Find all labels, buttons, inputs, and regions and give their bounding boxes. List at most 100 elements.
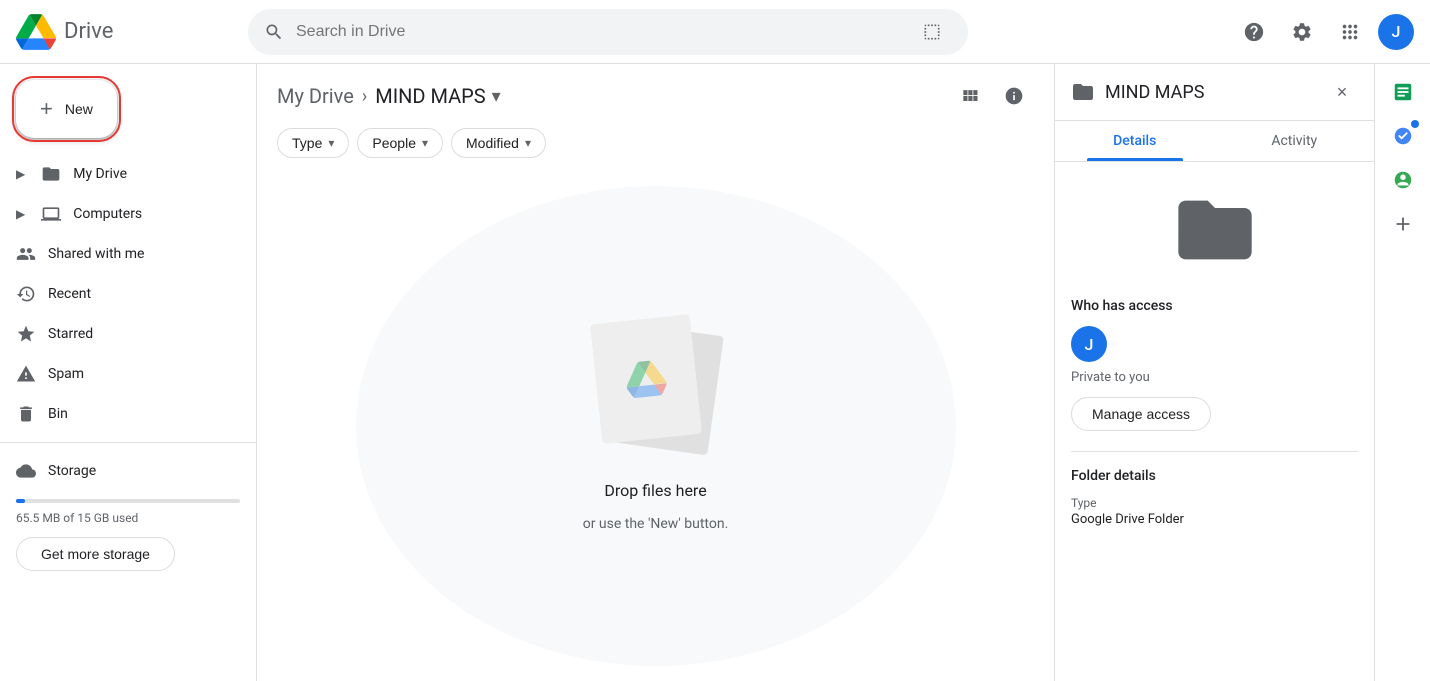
- filter-type-label: Type: [292, 135, 322, 151]
- plus-icon: +: [40, 96, 53, 122]
- sidebar-item-shared-with-me[interactable]: Shared with me: [0, 234, 240, 274]
- folder-details-section: Folder details Type Google Drive Folder: [1071, 468, 1358, 527]
- panel-body: Who has access J Private to you Manage a…: [1055, 162, 1374, 681]
- drop-subtitle: or use the 'New' button.: [583, 516, 729, 532]
- settings-button[interactable]: [1282, 12, 1322, 52]
- get-storage-button[interactable]: Get more storage: [16, 537, 175, 571]
- search-icon: [264, 22, 284, 42]
- drop-illustration: [586, 319, 726, 449]
- filter-type-button[interactable]: Type ▾: [277, 128, 349, 158]
- sidebar-item-spam-label: Spam: [48, 366, 84, 382]
- expand-arrow-icon: ▶: [16, 167, 25, 181]
- right-panel-header: MIND MAPS ×: [1055, 64, 1374, 121]
- topbar: Drive J: [0, 0, 1430, 64]
- info-button[interactable]: [994, 76, 1034, 116]
- filter-people-label: People: [372, 135, 416, 151]
- close-icon: ×: [1337, 82, 1348, 103]
- filter-chips: Type ▾ People ▾ Modified ▾: [277, 128, 546, 158]
- sidebar-item-recent-label: Recent: [48, 286, 91, 302]
- view-toggle-button[interactable]: [950, 76, 990, 116]
- add-panel-button[interactable]: [1383, 204, 1423, 244]
- filter-people-arrow-icon: ▾: [422, 136, 428, 150]
- sidebar-item-bin-label: Bin: [48, 406, 68, 422]
- drive-watermark-icon: [624, 359, 668, 399]
- trash-icon: [16, 404, 36, 424]
- tasks-icon-button[interactable]: [1383, 116, 1423, 156]
- sidebar-item-storage[interactable]: Storage: [0, 451, 240, 491]
- filter-modified-label: Modified: [466, 135, 519, 151]
- drive-logo-icon: [16, 12, 56, 52]
- sidebar-item-starred[interactable]: Starred: [0, 314, 240, 354]
- new-button-label: New: [65, 101, 93, 117]
- private-label: Private to you: [1071, 370, 1358, 385]
- sidebar-item-my-drive-label: My Drive: [73, 166, 127, 182]
- folder-large-icon: [1160, 186, 1270, 274]
- computer-icon: [41, 204, 61, 224]
- filter-modified-arrow-icon: ▾: [525, 136, 531, 150]
- sidebar-item-my-drive[interactable]: ▶ My Drive: [0, 154, 240, 194]
- search-bar[interactable]: [248, 9, 968, 55]
- detail-type-row: Type Google Drive Folder: [1071, 496, 1358, 527]
- manage-access-button[interactable]: Manage access: [1071, 397, 1211, 431]
- content-area: My Drive › MIND MAPS ▾: [256, 64, 1054, 681]
- breadcrumb-current[interactable]: MIND MAPS ▾: [375, 84, 500, 108]
- breadcrumb: My Drive › MIND MAPS ▾: [277, 76, 1034, 116]
- sidebar-item-recent[interactable]: Recent: [0, 274, 240, 314]
- paper-front: [590, 314, 702, 444]
- cloud-icon: [16, 461, 36, 481]
- main-layout: + New ▶ My Drive ▶ Computers Shared with…: [0, 64, 1430, 681]
- help-button[interactable]: [1234, 12, 1274, 52]
- folder-details-title: Folder details: [1071, 468, 1358, 484]
- breadcrumb-separator-icon: ›: [362, 86, 367, 107]
- filter-modified-button[interactable]: Modified ▾: [451, 128, 546, 158]
- sidebar-item-computers-label: Computers: [73, 206, 142, 222]
- right-sidebar: [1374, 64, 1430, 681]
- topbar-right: J: [1234, 12, 1414, 52]
- drop-title: Drop files here: [604, 481, 706, 500]
- access-user: J: [1071, 326, 1358, 362]
- detail-type-label: Type: [1071, 496, 1358, 510]
- sheets-icon-button[interactable]: [1383, 72, 1423, 112]
- warning-icon: [16, 364, 36, 384]
- content-header: My Drive › MIND MAPS ▾: [257, 64, 1054, 170]
- sidebar-item-shared-label: Shared with me: [48, 246, 144, 262]
- drop-circle: Drop files here or use the 'New' button.: [356, 186, 956, 666]
- sidebar-item-bin[interactable]: Bin: [0, 394, 240, 434]
- sidebar-item-storage-label: Storage: [48, 463, 96, 479]
- filter-people-button[interactable]: People ▾: [357, 128, 443, 158]
- new-button-wrapper: + New: [0, 72, 256, 154]
- panel-folder-name: MIND MAPS: [1105, 82, 1316, 103]
- storage-text: 65.5 MB of 15 GB used: [16, 511, 240, 525]
- contacts-icon-button[interactable]: [1383, 160, 1423, 200]
- apps-button[interactable]: [1330, 12, 1370, 52]
- panel-close-button[interactable]: ×: [1326, 76, 1358, 108]
- who-has-access-section: Who has access J Private to you Manage a…: [1071, 298, 1358, 431]
- star-icon: [16, 324, 36, 344]
- tab-activity[interactable]: Activity: [1215, 121, 1375, 161]
- storage-bar-fill: [16, 499, 25, 503]
- breadcrumb-root[interactable]: My Drive: [277, 84, 354, 108]
- search-input[interactable]: [296, 23, 900, 41]
- right-panel: MIND MAPS × Details Activity Who has acc…: [1054, 64, 1374, 681]
- logo-area: Drive: [16, 12, 236, 52]
- search-options-button[interactable]: [912, 12, 952, 52]
- tab-details[interactable]: Details: [1055, 121, 1215, 161]
- sidebar-item-computers[interactable]: ▶ Computers: [0, 194, 240, 234]
- user-avatar[interactable]: J: [1378, 14, 1414, 50]
- people-icon: [16, 244, 36, 264]
- storage-section: 65.5 MB of 15 GB used Get more storage: [0, 491, 256, 587]
- sidebar-item-spam[interactable]: Spam: [0, 354, 240, 394]
- panel-folder-icon: [1071, 80, 1095, 104]
- panel-tabs: Details Activity: [1055, 121, 1374, 162]
- access-user-avatar: J: [1071, 326, 1107, 362]
- app-name: Drive: [64, 19, 113, 44]
- header-toolbar: Type ▾ People ▾ Modified ▾: [277, 128, 1034, 158]
- breadcrumb-dropdown-icon: ▾: [492, 86, 501, 107]
- folder-preview: [1071, 186, 1358, 274]
- panel-divider: [1071, 451, 1358, 452]
- clock-icon: [16, 284, 36, 304]
- expand-arrow-icon: ▶: [16, 207, 25, 221]
- sidebar-item-starred-label: Starred: [48, 326, 93, 342]
- new-button[interactable]: + New: [16, 80, 117, 138]
- filter-type-arrow-icon: ▾: [328, 136, 334, 150]
